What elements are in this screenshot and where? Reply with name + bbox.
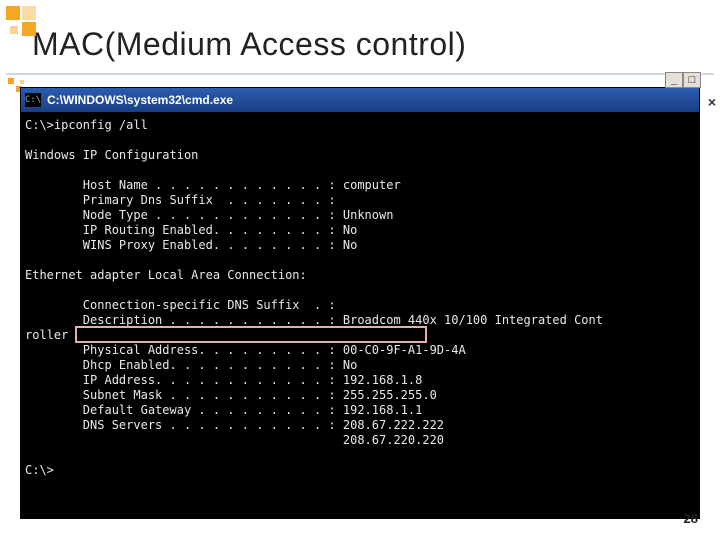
- physical-address-line: Physical Address. . . . . . . . . : 00-C…: [25, 343, 466, 357]
- wins-proxy-line: WINS Proxy Enabled. . . . . . . . : No: [25, 238, 357, 252]
- conn-suffix-line: Connection-specific DNS Suffix . :: [25, 298, 336, 312]
- dns-servers-line1: DNS Servers . . . . . . . . . . . : 208.…: [25, 418, 444, 432]
- default-gateway-line: Default Gateway . . . . . . . . . : 192.…: [25, 403, 422, 417]
- description-line: Description . . . . . . . . . . . : Broa…: [25, 313, 603, 327]
- dhcp-line: Dhcp Enabled. . . . . . . . . . . : No: [25, 358, 357, 372]
- ip-address-line: IP Address. . . . . . . . . . . . : 192.…: [25, 373, 422, 387]
- cmd-window: _ □ C:\ C:\WINDOWS\system32\cmd.exe C:\>…: [20, 87, 700, 519]
- adapter-header: Ethernet adapter Local Area Connection:: [25, 268, 307, 282]
- primary-dns-suffix-line: Primary Dns Suffix . . . . . . . :: [25, 193, 336, 207]
- ipconfig-header: Windows IP Configuration: [25, 148, 198, 162]
- overlay-close-icon[interactable]: ×: [708, 94, 716, 110]
- description-wrap: roller: [25, 328, 68, 342]
- mac-address-highlight: [75, 326, 427, 343]
- host-name-line: Host Name . . . . . . . . . . . . : comp…: [25, 178, 401, 192]
- maximize-button[interactable]: □: [683, 72, 701, 88]
- title-underline: [6, 73, 714, 75]
- dns-servers-line2: 208.67.220.220: [25, 433, 444, 447]
- titlebar[interactable]: C:\ C:\WINDOWS\system32\cmd.exe: [21, 88, 699, 112]
- ip-routing-line: IP Routing Enabled. . . . . . . . : No: [25, 223, 357, 237]
- final-prompt: C:\>: [25, 463, 54, 477]
- window-controls: _ □: [665, 72, 701, 88]
- page-number: 28: [684, 511, 698, 526]
- terminal-output[interactable]: C:\>ipconfig /all Windows IP Configurati…: [21, 112, 699, 518]
- minimize-button[interactable]: _: [665, 72, 683, 88]
- cmd-icon: C:\: [25, 93, 41, 107]
- prompt-line: C:\>ipconfig /all: [25, 118, 148, 132]
- window-title: C:\WINDOWS\system32\cmd.exe: [47, 93, 695, 107]
- slide-decoration-top: [6, 6, 46, 36]
- node-type-line: Node Type . . . . . . . . . . . . : Unkn…: [25, 208, 393, 222]
- subnet-mask-line: Subnet Mask . . . . . . . . . . . : 255.…: [25, 388, 437, 402]
- slide-title: MAC(Medium Access control): [0, 0, 720, 73]
